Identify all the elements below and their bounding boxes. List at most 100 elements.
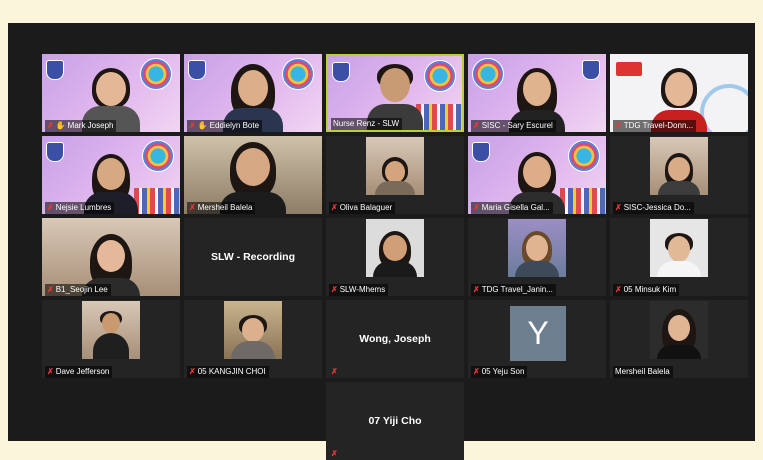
participant-tile[interactable]: ✗ Maria Gisella Gal... <box>468 136 606 214</box>
globe-logo <box>472 58 504 90</box>
globe-logo <box>282 58 314 90</box>
participant-tile[interactable]: ✗ ✋ Eddielyn Bote <box>184 54 322 132</box>
school-logo <box>188 60 206 80</box>
participant-tile[interactable]: ✗ Oliva Balaguer <box>326 136 464 214</box>
participant-name-bar: ✗ SLW-Mhems <box>326 283 464 296</box>
mic-muted-icon: ✗ <box>189 120 196 130</box>
participant-name-bar: ✗ ✋ Eddielyn Bote <box>184 119 322 132</box>
participant-name: 05 Yeju Son <box>481 366 525 376</box>
participant-name: Mersheil Balela <box>615 366 670 376</box>
participant-name: Maria Gisella Gal... <box>481 202 550 212</box>
participant-name-bar: ✗ <box>326 365 464 378</box>
mic-muted-icon: ✗ <box>189 202 196 212</box>
participant-name-bar: ✗ TDG Travel_Janin... <box>468 283 606 296</box>
participant-name: Dave Jefferson <box>55 366 110 376</box>
participant-tile[interactable]: ✗ SLW-Mhems <box>326 218 464 296</box>
participant-name: SLW-Mhems <box>339 284 386 294</box>
participant-tile-no-video[interactable]: 07 Yiji Cho ✗ <box>326 382 464 460</box>
school-logo <box>582 60 600 80</box>
mic-muted-icon: ✗ <box>331 284 338 294</box>
participant-tile[interactable]: Mersheil Balela <box>610 300 748 378</box>
participant-tile[interactable]: ✗ 05 Minsuk Kim <box>610 218 748 296</box>
school-logo <box>472 142 490 162</box>
participant-name-bar: ✗ Nejsie Lumbres <box>42 201 180 214</box>
participant-video <box>82 301 140 359</box>
participant-name-center: 07 Yiji Cho <box>368 415 422 427</box>
globe-logo <box>424 60 456 92</box>
avatar-letter: Y <box>510 306 566 361</box>
participant-name-bar: ✗ 05 Minsuk Kim <box>610 283 748 296</box>
participant-name-bar: Nurse Renz - SLW <box>328 117 462 130</box>
raised-hand-icon: ✋ <box>197 120 208 130</box>
participant-tile-no-video[interactable]: Wong, Joseph ✗ <box>326 300 464 378</box>
participant-tile[interactable]: ✗ Dave Jefferson <box>42 300 180 378</box>
participant-tile[interactable]: ✗ Mersheil Balela <box>184 136 322 214</box>
mic-muted-icon: ✗ <box>473 366 480 376</box>
mic-muted-icon: ✗ <box>47 284 54 294</box>
mic-muted-icon: ✗ <box>615 120 622 130</box>
raised-hand-icon: ✋ <box>55 120 66 130</box>
mic-muted-icon: ✗ <box>473 284 480 294</box>
mic-muted-icon: ✗ <box>473 202 480 212</box>
participant-tile[interactable]: Y ✗ 05 Yeju Son <box>468 300 606 378</box>
mic-muted-icon: ✗ <box>189 366 196 376</box>
mic-muted-icon: ✗ <box>473 120 480 130</box>
participant-tile[interactable]: ✗ Nejsie Lumbres <box>42 136 180 214</box>
mic-muted-icon: ✗ <box>47 202 54 212</box>
mic-muted-icon: ✗ <box>615 284 622 294</box>
participant-name-bar: ✗ Maria Gisella Gal... <box>468 201 606 214</box>
participant-name: Eddielyn Bote <box>209 120 260 130</box>
participant-tile[interactable]: ✗ SISC - Sary Escurel <box>468 54 606 132</box>
participant-name-bar: ✗ B1_Seojin Lee <box>42 283 180 296</box>
participant-name: Nurse Renz - SLW <box>333 118 400 128</box>
participant-name: TDG Travel-Donn... <box>623 120 694 130</box>
participant-name: Nejsie Lumbres <box>55 202 112 212</box>
participant-tile[interactable]: ✗ SISC-Jessica Do... <box>610 136 748 214</box>
participant-name-bar: ✗ SISC-Jessica Do... <box>610 201 748 214</box>
company-logo <box>616 62 642 76</box>
mic-muted-icon: ✗ <box>331 202 338 212</box>
participant-tile[interactable]: ✗ TDG Travel_Janin... <box>468 218 606 296</box>
participant-tile-no-video[interactable]: SLW - Recording <box>184 218 322 296</box>
globe-logo <box>140 58 172 90</box>
school-logo <box>332 62 350 82</box>
participant-name-bar: Mersheil Balela <box>610 365 748 378</box>
mic-muted-icon: ✗ <box>331 448 338 458</box>
participant-name: SISC - Sary Escurel <box>481 120 553 130</box>
globe-logo <box>568 140 600 172</box>
participant-name-bar: ✗ 05 KANGJIN CHOI <box>184 365 322 378</box>
participant-name-center: Wong, Joseph <box>359 333 431 345</box>
participant-video <box>650 301 708 359</box>
participant-name-bar: ✗ Oliva Balaguer <box>326 201 464 214</box>
participant-video <box>650 137 708 195</box>
participant-name-bar: ✗ ✋ Mark Joseph <box>42 119 180 132</box>
participant-name-bar: ✗ Mersheil Balela <box>184 201 322 214</box>
school-logo <box>46 60 64 80</box>
participant-name: Oliva Balaguer <box>339 202 393 212</box>
participant-name: 05 KANGJIN CHOI <box>197 366 266 376</box>
participant-name: SISC-Jessica Do... <box>623 202 691 212</box>
active-speaker-tile[interactable]: Nurse Renz - SLW <box>326 54 464 132</box>
participant-name-center: SLW - Recording <box>211 251 295 263</box>
participant-tile[interactable]: ✗ ✋ Mark Joseph <box>42 54 180 132</box>
participant-name-bar: ✗ 05 Yeju Son <box>468 365 606 378</box>
participant-name-bar: ✗ <box>326 447 464 460</box>
participant-name: TDG Travel_Janin... <box>481 284 553 294</box>
participant-name-bar: ✗ Dave Jefferson <box>42 365 180 378</box>
participant-tile[interactable]: ✗ TDG Travel-Donn... <box>610 54 748 132</box>
participant-video <box>650 219 708 277</box>
participant-video <box>366 137 424 195</box>
gallery-view: ✗ ✋ Mark Joseph ✗ ✋ Eddielyn Bote Nurse Renz… <box>8 23 755 460</box>
participant-tile[interactable]: ✗ 05 KANGJIN CHOI <box>184 300 322 378</box>
participant-video <box>366 219 424 277</box>
participant-tile[interactable]: ✗ B1_Seojin Lee <box>42 218 180 296</box>
mic-muted-icon: ✗ <box>615 202 622 212</box>
globe-logo <box>142 140 174 172</box>
mic-muted-icon: ✗ <box>47 120 54 130</box>
mic-muted-icon: ✗ <box>47 366 54 376</box>
participant-video <box>508 219 566 277</box>
participant-video <box>224 301 282 359</box>
mic-muted-icon: ✗ <box>331 366 338 376</box>
participant-name: Mark Joseph <box>67 120 114 130</box>
participant-name-bar: ✗ SISC - Sary Escurel <box>468 119 606 132</box>
